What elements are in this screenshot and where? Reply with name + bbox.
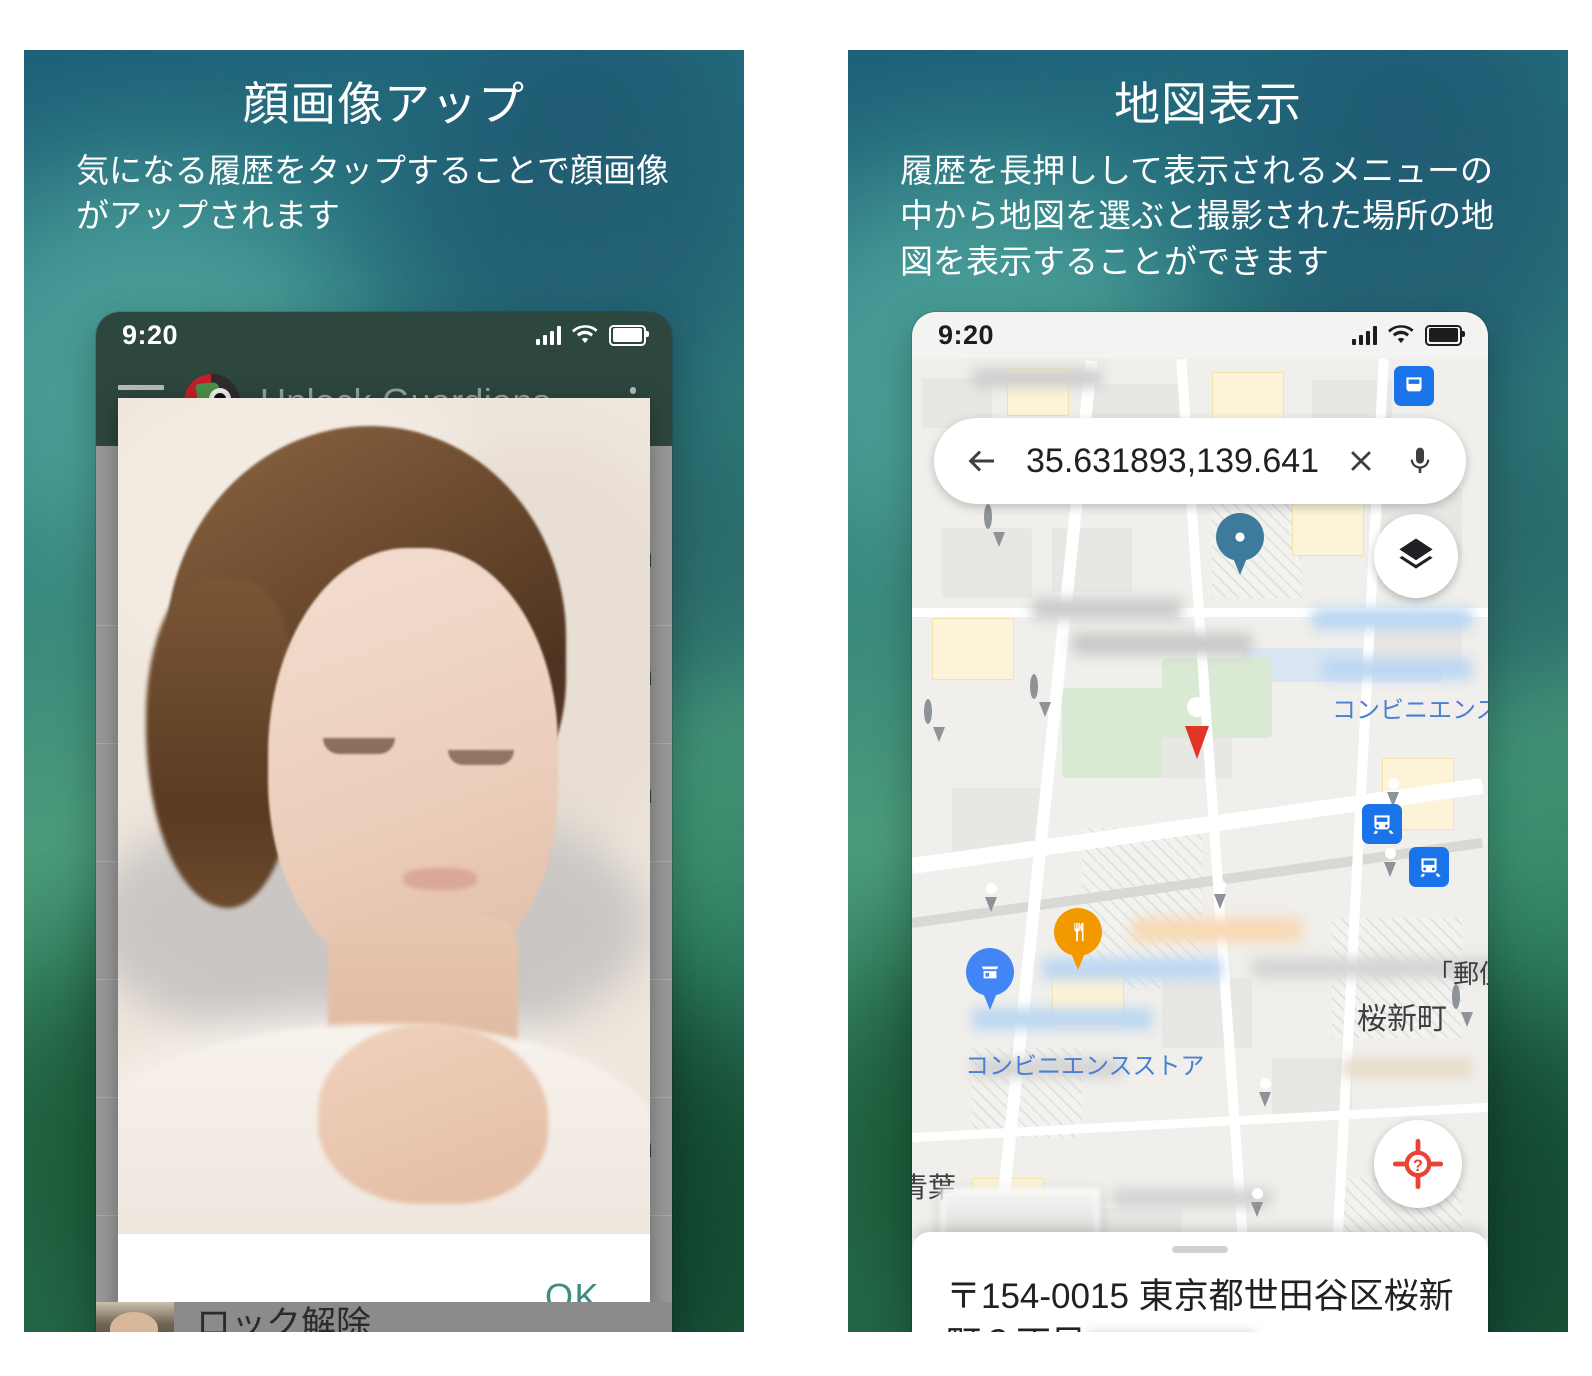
map-poi-pin[interactable] xyxy=(1216,513,1264,575)
selected-location-pin[interactable] xyxy=(1166,676,1228,760)
face-photo xyxy=(118,398,650,1234)
wifi-icon xyxy=(572,325,598,344)
blurred-label xyxy=(972,368,1102,388)
map-screen[interactable]: 35.631893,139.6419 コンビニエンス コンビニエンスストア 桜新… xyxy=(912,358,1488,1332)
search-input[interactable]: 35.631893,139.6419 xyxy=(1026,442,1318,481)
list-item-text: ロック解除 自宅書斎 xyxy=(174,1304,371,1332)
map-transit-icon[interactable] xyxy=(1394,366,1434,406)
map-search-bar[interactable]: 35.631893,139.6419 xyxy=(934,418,1466,504)
blurred-label xyxy=(1342,1058,1472,1078)
signal-icon xyxy=(1351,325,1377,345)
map-pin[interactable] xyxy=(1378,768,1408,808)
panel-face-image: 顔画像アップ 気になる履歴をタップすることで顔画像がアップされます 9:20 O… xyxy=(24,50,744,1332)
map-label: 桜新町 xyxy=(1357,1003,1447,1036)
blurred-label xyxy=(1032,598,1182,620)
map-layers-button[interactable] xyxy=(1374,514,1458,598)
map-poi-restaurant[interactable] xyxy=(1054,908,1102,970)
panel-map-display: 地図表示 履歴を長押しして表示されるメニューの中から地図を選ぶと撮影された場所の… xyxy=(848,50,1568,1332)
my-location-button[interactable]: ? xyxy=(1374,1120,1462,1208)
map-pin[interactable] xyxy=(1242,1178,1272,1218)
search-value: 35.631893,139.6419 xyxy=(1026,441,1318,480)
status-icons xyxy=(1351,324,1465,346)
map-pin[interactable] xyxy=(1030,674,1060,718)
back-arrow-icon[interactable] xyxy=(964,446,1000,476)
panel-description: 履歴を長押しして表示されるメニューの中から地図を選ぶと撮影された場所の地図を表示… xyxy=(900,151,1494,280)
panel-description: 気になる履歴をタップすることで顔画像がアップされます xyxy=(76,151,670,235)
list-item-title: ロック解除 xyxy=(196,1304,372,1332)
app-screen: Unlock Guardians Top 画像回転無し xyxy=(96,358,672,1332)
map-pin[interactable] xyxy=(1250,1068,1280,1108)
layers-icon xyxy=(1399,538,1433,569)
map-label: コンビニエンスス xyxy=(1332,697,1488,724)
status-clock: 9:20 xyxy=(122,319,179,350)
panel-caption: 地図表示 履歴を長押しして表示されるメニューの中から地図を選ぶと撮影された場所の… xyxy=(848,50,1568,284)
phone-mockup-left: 9:20 Unlock xyxy=(96,312,672,1332)
blurred-label xyxy=(1072,633,1252,655)
map-pin[interactable] xyxy=(1375,838,1405,878)
wifi-icon xyxy=(1388,325,1414,344)
avatar xyxy=(96,1302,174,1332)
map-pin[interactable] xyxy=(924,699,954,743)
blurred-label xyxy=(972,1008,1152,1030)
battery-icon xyxy=(609,324,649,346)
map-pin[interactable] xyxy=(1452,984,1482,1028)
panel-title: 顔画像アップ xyxy=(243,78,525,130)
map-transit-icon[interactable] xyxy=(1362,804,1402,844)
svg-text:?: ? xyxy=(1413,1157,1423,1175)
status-icons xyxy=(535,324,649,346)
status-bar: 9:20 xyxy=(96,312,672,358)
battery-icon xyxy=(1425,324,1465,346)
sheet-grabber[interactable] xyxy=(1172,1246,1228,1253)
phone-mockup-right: 9:20 35.631893,139.6419 コンビニエンス コンビニエンスス… xyxy=(912,312,1488,1332)
map-pin[interactable] xyxy=(976,873,1006,913)
blurred-label xyxy=(1252,958,1392,978)
map-transit-icon[interactable] xyxy=(1409,847,1449,887)
map-pin[interactable] xyxy=(984,504,1014,548)
address-value: 〒154-0015 東京都世田谷区桜新町２丁目 xyxy=(946,1277,1454,1332)
map-label: 「郵便 xyxy=(1427,959,1488,989)
panel-caption: 顔画像アップ 気になる履歴をタップすることで顔画像がアップされます xyxy=(24,50,744,239)
status-bar: 9:20 xyxy=(912,312,1488,358)
map-pin[interactable] xyxy=(1205,870,1235,910)
my-location-unavailable-icon: ? xyxy=(1392,1138,1444,1190)
address-text: 〒154-0015 東京都世田谷区桜新町２丁目 xyxy=(946,1273,1454,1332)
status-clock: 9:20 xyxy=(938,319,995,350)
map-label: コンビニエンスストア xyxy=(965,1053,1205,1080)
blurred-label xyxy=(1322,658,1472,680)
close-icon[interactable] xyxy=(1344,444,1378,478)
list-item[interactable]: ロック解除 自宅書斎 xyxy=(96,1302,672,1332)
signal-icon xyxy=(535,325,561,345)
face-image-dialog: OK xyxy=(118,398,650,1332)
location-bottom-sheet[interactable]: 〒154-0015 東京都世田谷区桜新町２丁目 xyxy=(912,1232,1488,1332)
microphone-icon[interactable] xyxy=(1404,443,1436,479)
blurred-label xyxy=(1312,608,1472,630)
blurred-label xyxy=(1132,918,1302,942)
panel-title: 地図表示 xyxy=(1114,78,1302,130)
map-poi-store[interactable] xyxy=(966,948,1014,1010)
screenshot-stage: 顔画像アップ 気になる履歴をタップすることで顔画像がアップされます 9:20 O… xyxy=(0,0,1592,1376)
